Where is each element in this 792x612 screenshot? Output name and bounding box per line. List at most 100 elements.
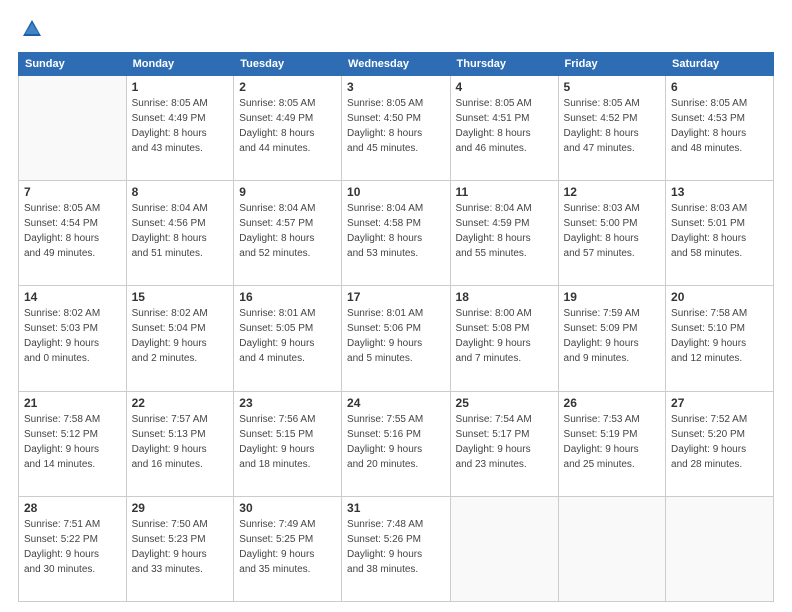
day-cell: 3Sunrise: 8:05 AMSunset: 4:50 PMDaylight… [342,76,450,181]
day-info: Sunrise: 8:04 AMSunset: 4:59 PMDaylight:… [456,201,553,261]
week-row-3: 14 Sunrise: 8:02 AMSunset: 5:03 PMDayligh… [19,286,774,391]
day-cell: 14 Sunrise: 8:02 AMSunset: 5:03 PMDayligh… [19,286,127,391]
day-info: Sunrise: 7:57 AMSunset: 5:13 PMDaylight:… [132,412,229,472]
day-cell: 19 Sunrise: 7:59 AMSunset: 5:09 PMDayligh… [558,286,665,391]
day-cell: 22 Sunrise: 7:57 AMSunset: 5:13 PMDayligh… [126,391,234,496]
day-header-wednesday: Wednesday [342,53,450,76]
day-info: Sunrise: 8:05 AMSunset: 4:54 PMDaylight:… [24,201,121,261]
day-number: 13 [671,185,768,199]
day-info: Sunrise: 8:01 AMSunset: 5:06 PMDaylight:… [347,306,444,366]
day-info: Sunrise: 8:01 AMSunset: 5:05 PMDaylight:… [239,306,336,366]
week-row-2: 7 Sunrise: 8:05 AMSunset: 4:54 PMDaylight… [19,181,774,286]
day-number: 18 [456,290,553,304]
day-cell [19,76,127,181]
day-number: 31 [347,501,444,515]
day-cell: 26 Sunrise: 7:53 AMSunset: 5:19 PMDayligh… [558,391,665,496]
day-number: 27 [671,396,768,410]
day-info: Sunrise: 7:48 AMSunset: 5:26 PMDaylight:… [347,517,444,577]
day-info: Sunrise: 8:04 AMSunset: 4:56 PMDaylight:… [132,201,229,261]
day-cell: 1 Sunrise: 8:05 AMSunset: 4:49 PMDaylight… [126,76,234,181]
day-number: 29 [132,501,229,515]
day-info: Sunrise: 8:05 AMSunset: 4:53 PMDaylight:… [671,96,768,156]
week-row-4: 21 Sunrise: 7:58 AMSunset: 5:12 PMDayligh… [19,391,774,496]
day-cell [450,496,558,601]
day-info: Sunrise: 8:05 AMSunset: 4:51 PMDaylight:… [456,96,553,156]
day-cell: 27 Sunrise: 7:52 AMSunset: 5:20 PMDayligh… [666,391,774,496]
day-cell: 23 Sunrise: 7:56 AMSunset: 5:15 PMDayligh… [234,391,342,496]
day-cell: 30Sunrise: 7:49 AMSunset: 5:25 PMDayligh… [234,496,342,601]
day-number: 6 [671,80,768,94]
day-cell: 2 Sunrise: 8:05 AMSunset: 4:49 PMDaylight… [234,76,342,181]
day-number: 2 [239,80,336,94]
day-info: Sunrise: 7:50 AMSunset: 5:23 PMDaylight:… [132,517,229,577]
day-info: Sunrise: 7:53 AMSunset: 5:19 PMDaylight:… [564,412,660,472]
day-cell: 9 Sunrise: 8:04 AMSunset: 4:57 PMDaylight… [234,181,342,286]
day-header-sunday: Sunday [19,53,127,76]
day-number: 7 [24,185,121,199]
day-number: 28 [24,501,121,515]
day-cell: 8 Sunrise: 8:04 AMSunset: 4:56 PMDaylight… [126,181,234,286]
calendar-table: SundayMondayTuesdayWednesdayThursdayFrid… [18,52,774,602]
logo-icon [21,18,43,40]
day-info: Sunrise: 8:00 AMSunset: 5:08 PMDaylight:… [456,306,553,366]
day-cell: 7 Sunrise: 8:05 AMSunset: 4:54 PMDaylight… [19,181,127,286]
day-info: Sunrise: 8:05 AMSunset: 4:49 PMDaylight:… [239,96,336,156]
day-number: 26 [564,396,660,410]
day-header-tuesday: Tuesday [234,53,342,76]
day-number: 1 [132,80,229,94]
day-number: 17 [347,290,444,304]
day-number: 8 [132,185,229,199]
day-cell: 31 Sunrise: 7:48 AMSunset: 5:26 PMDayligh… [342,496,450,601]
day-info: Sunrise: 7:52 AMSunset: 5:20 PMDaylight:… [671,412,768,472]
day-cell [558,496,665,601]
day-number: 3 [347,80,444,94]
day-cell: 6 Sunrise: 8:05 AMSunset: 4:53 PMDaylight… [666,76,774,181]
day-cell: 28 Sunrise: 7:51 AMSunset: 5:22 PMDayligh… [19,496,127,601]
day-cell: 29 Sunrise: 7:50 AMSunset: 5:23 PMDayligh… [126,496,234,601]
day-number: 9 [239,185,336,199]
day-cell: 10 Sunrise: 8:04 AMSunset: 4:58 PMDayligh… [342,181,450,286]
day-number: 22 [132,396,229,410]
day-cell: 13 Sunrise: 8:03 AMSunset: 5:01 PMDayligh… [666,181,774,286]
day-number: 19 [564,290,660,304]
day-number: 20 [671,290,768,304]
day-header-saturday: Saturday [666,53,774,76]
day-cell: 21 Sunrise: 7:58 AMSunset: 5:12 PMDayligh… [19,391,127,496]
day-info: Sunrise: 7:49 AMSunset: 5:25 PMDaylight:… [239,517,336,577]
day-info: Sunrise: 7:58 AMSunset: 5:12 PMDaylight:… [24,412,121,472]
day-info: Sunrise: 8:04 AMSunset: 4:58 PMDaylight:… [347,201,444,261]
day-header-thursday: Thursday [450,53,558,76]
day-number: 21 [24,396,121,410]
day-number: 23 [239,396,336,410]
day-number: 4 [456,80,553,94]
day-number: 10 [347,185,444,199]
day-info: Sunrise: 8:02 AMSunset: 5:03 PMDaylight:… [24,306,121,366]
day-info: Sunrise: 7:56 AMSunset: 5:15 PMDaylight:… [239,412,336,472]
day-info: Sunrise: 8:05 AMSunset: 4:49 PMDaylight:… [132,96,229,156]
day-header-monday: Monday [126,53,234,76]
day-cell: 12Sunrise: 8:03 AMSunset: 5:00 PMDayligh… [558,181,665,286]
week-row-1: 1 Sunrise: 8:05 AMSunset: 4:49 PMDaylight… [19,76,774,181]
day-info: Sunrise: 7:51 AMSunset: 5:22 PMDaylight:… [24,517,121,577]
day-number: 25 [456,396,553,410]
day-info: Sunrise: 7:54 AMSunset: 5:17 PMDaylight:… [456,412,553,472]
day-info: Sunrise: 8:04 AMSunset: 4:57 PMDaylight:… [239,201,336,261]
day-cell: 25 Sunrise: 7:54 AMSunset: 5:17 PMDayligh… [450,391,558,496]
day-info: Sunrise: 7:59 AMSunset: 5:09 PMDaylight:… [564,306,660,366]
day-cell: 15Sunrise: 8:02 AMSunset: 5:04 PMDayligh… [126,286,234,391]
day-info: Sunrise: 7:58 AMSunset: 5:10 PMDaylight:… [671,306,768,366]
day-cell: 4 Sunrise: 8:05 AMSunset: 4:51 PMDaylight… [450,76,558,181]
day-info: Sunrise: 7:55 AMSunset: 5:16 PMDaylight:… [347,412,444,472]
day-number: 11 [456,185,553,199]
day-cell: 16Sunrise: 8:01 AMSunset: 5:05 PMDayligh… [234,286,342,391]
day-cell: 20 Sunrise: 7:58 AMSunset: 5:10 PMDayligh… [666,286,774,391]
calendar-page: SundayMondayTuesdayWednesdayThursdayFrid… [0,0,792,612]
day-number: 14 [24,290,121,304]
day-info: Sunrise: 8:03 AMSunset: 5:01 PMDaylight:… [671,201,768,261]
day-number: 12 [564,185,660,199]
week-row-5: 28 Sunrise: 7:51 AMSunset: 5:22 PMDayligh… [19,496,774,601]
logo [18,18,43,42]
day-number: 24 [347,396,444,410]
day-cell: 11 Sunrise: 8:04 AMSunset: 4:59 PMDayligh… [450,181,558,286]
day-cell [666,496,774,601]
